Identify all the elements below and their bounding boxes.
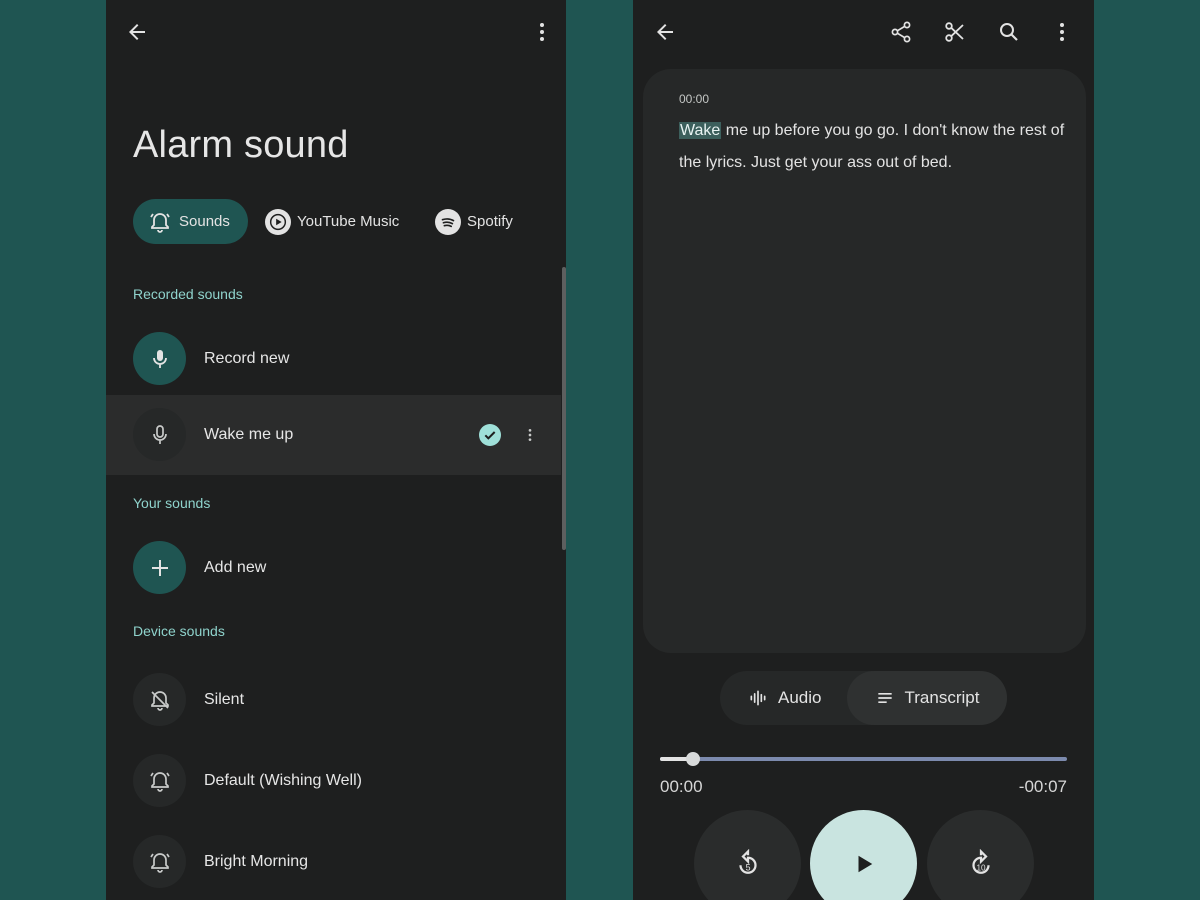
page-title: Alarm sound	[133, 124, 349, 166]
more-options-button[interactable]	[1042, 12, 1082, 52]
alarm-sound-screen: Alarm sound Sounds YouTube Music Spotify…	[106, 0, 566, 900]
share-icon	[891, 21, 911, 43]
more-vert-icon	[528, 429, 532, 441]
chip-sounds-label: Sounds	[179, 213, 230, 230]
list-item-label: Silent	[204, 691, 245, 708]
forward-10-button[interactable]: 10	[927, 810, 1034, 900]
alarm-bell-icon	[147, 209, 173, 235]
play-icon	[858, 855, 872, 872]
chip-spotify-label: Spotify	[467, 213, 513, 230]
list-item-label: Bright Morning	[204, 853, 309, 870]
plus-icon	[133, 541, 186, 594]
check-circle-icon	[479, 424, 501, 446]
list-item-label: Record new	[204, 350, 290, 367]
seek-bar[interactable]	[660, 757, 1067, 761]
remaining-time: -00:07	[1018, 777, 1067, 796]
search-icon	[1000, 23, 1018, 41]
section-device-sounds: Device sounds	[133, 623, 225, 639]
more-vert-icon	[1060, 23, 1064, 41]
youtube-music-icon	[265, 208, 291, 235]
arrow-back-icon	[657, 24, 673, 40]
transcript-card: 00:00 Wake me up before you go go. I don…	[643, 69, 1086, 653]
back-button[interactable]	[117, 12, 157, 52]
bell-off-icon	[133, 673, 186, 726]
transcript-timestamp: 00:00	[679, 92, 710, 106]
search-button[interactable]	[989, 12, 1029, 52]
list-item-label: Add new	[204, 559, 267, 576]
arrow-back-icon	[129, 24, 145, 40]
tab-transcript[interactable]: Transcript	[847, 671, 1007, 725]
replay-5-icon: 5	[738, 848, 757, 874]
chip-sounds[interactable]: Sounds	[133, 199, 248, 244]
list-item-add-new[interactable]: Add new	[106, 528, 561, 608]
waveform-icon	[750, 690, 766, 706]
notes-icon	[877, 693, 892, 703]
forward-seconds: 10	[976, 863, 986, 872]
alarm-bell-icon	[133, 835, 186, 888]
highlighted-word[interactable]: Wake	[679, 122, 722, 139]
share-button[interactable]	[881, 12, 921, 52]
microphone-icon	[133, 332, 186, 385]
more-options-button[interactable]	[522, 12, 562, 52]
scrollbar[interactable]	[562, 267, 566, 550]
microphone-icon	[133, 408, 186, 461]
back-button[interactable]	[645, 12, 685, 52]
list-item-wake-me-up[interactable]: Wake me up	[106, 395, 561, 475]
more-vert-icon	[540, 23, 544, 41]
tab-audio-label: Audio	[778, 688, 822, 707]
item-more-options-button[interactable]	[520, 423, 540, 447]
tab-audio[interactable]: Audio	[748, 671, 821, 725]
rewind-5-button[interactable]: 5	[694, 810, 801, 900]
list-item-bright-morning[interactable]: Bright Morning	[106, 822, 561, 900]
spotify-icon	[435, 208, 461, 235]
view-toggle: Audio Transcript	[720, 671, 1007, 725]
transcript-text[interactable]: Wake me up before you go go. I don't kno…	[679, 115, 1069, 179]
transcript-body: me up before you go go. I don't know the…	[679, 122, 1065, 171]
forward-10-icon: 10	[971, 848, 990, 874]
list-item-label: Default (Wishing Well)	[204, 772, 362, 789]
rewind-seconds: 5	[745, 862, 750, 872]
scissors-icon	[945, 22, 964, 42]
list-item-default-wishing-well[interactable]: Default (Wishing Well)	[106, 741, 561, 821]
chip-youtube-music-label: YouTube Music	[297, 213, 400, 230]
seek-bar-thumb[interactable]	[685, 752, 700, 766]
play-button[interactable]	[810, 810, 917, 900]
list-item-record-new[interactable]: Record new	[106, 319, 561, 399]
list-item-label: Wake me up	[204, 426, 294, 443]
chip-youtube-music[interactable]: YouTube Music	[265, 199, 399, 244]
chip-spotify[interactable]: Spotify	[435, 199, 513, 244]
list-item-silent[interactable]: Silent	[106, 660, 561, 740]
recording-transcript-screen: 00:00 Wake me up before you go go. I don…	[633, 0, 1094, 900]
trim-button[interactable]	[935, 12, 975, 52]
elapsed-time: 00:00	[660, 777, 703, 796]
alarm-bell-icon	[133, 754, 186, 807]
tab-transcript-label: Transcript	[904, 688, 980, 707]
section-recorded-sounds: Recorded sounds	[133, 286, 243, 302]
section-your-sounds: Your sounds	[133, 495, 211, 511]
